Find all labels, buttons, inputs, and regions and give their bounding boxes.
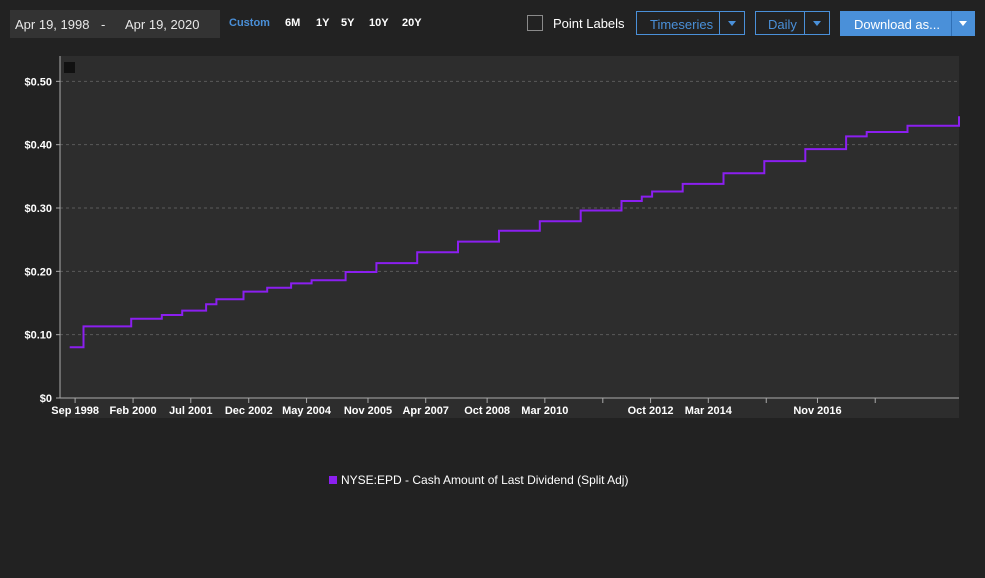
frequency-select[interactable]: Daily bbox=[755, 11, 830, 35]
range-20y-button[interactable]: 20Y bbox=[402, 17, 422, 29]
download-label: Download as... bbox=[854, 17, 940, 32]
x-tick-label: Oct 2008 bbox=[464, 405, 510, 417]
y-tick-label: $0.30 bbox=[24, 203, 52, 215]
x-tick-label: Nov 2016 bbox=[793, 405, 841, 417]
legend-label: NYSE:EPD - Cash Amount of Last Dividend … bbox=[341, 473, 629, 487]
legend-swatch bbox=[329, 476, 337, 484]
dividend-chart: $0 $0.10 $0.20 $0.30 $0.40 $0.50 Sep 1998 Feb … bbox=[24, 56, 960, 418]
point-labels-checkbox[interactable] bbox=[527, 15, 543, 31]
range-5y-button[interactable]: 5Y bbox=[341, 17, 354, 29]
y-tick-label: $0.20 bbox=[24, 266, 52, 278]
zoom-reset-icon[interactable] bbox=[64, 62, 75, 73]
y-tick-label: $0.40 bbox=[24, 140, 52, 152]
range-6m-button[interactable]: 6M bbox=[285, 17, 300, 29]
x-tick-label: Sep 1998 bbox=[51, 405, 99, 417]
x-tick-label: May 2004 bbox=[282, 405, 332, 417]
x-tick-label: Oct 2012 bbox=[628, 405, 674, 417]
chevron-down-icon[interactable] bbox=[804, 12, 829, 34]
chart-legend[interactable]: NYSE:EPD - Cash Amount of Last Dividend … bbox=[329, 473, 628, 487]
x-tick-label: Mar 2014 bbox=[685, 405, 733, 417]
y-tick-label: $0.10 bbox=[24, 330, 52, 342]
x-tick-label: Feb 2000 bbox=[110, 405, 157, 417]
x-tick-label: Apr 2007 bbox=[402, 405, 448, 417]
chevron-down-icon[interactable] bbox=[719, 12, 744, 34]
start-date-input[interactable]: Apr 19, 1998 bbox=[15, 17, 89, 32]
y-tick-label: $0.50 bbox=[24, 76, 52, 88]
chevron-down-icon[interactable] bbox=[951, 11, 975, 36]
view-type-label: Timeseries bbox=[650, 17, 714, 32]
plot-area bbox=[60, 56, 959, 418]
date-range-picker[interactable]: Apr 19, 1998 - Apr 19, 2020 bbox=[10, 10, 220, 38]
x-tick-label: Mar 2010 bbox=[521, 405, 568, 417]
range-custom-button[interactable]: Custom bbox=[229, 17, 270, 29]
frequency-label: Daily bbox=[768, 17, 797, 32]
download-button[interactable]: Download as... bbox=[840, 11, 975, 36]
x-tick-label: Nov 2005 bbox=[344, 405, 392, 417]
view-type-select[interactable]: Timeseries bbox=[636, 11, 745, 35]
toolbar: Apr 19, 1998 - Apr 19, 2020 Custom 6M 1Y… bbox=[0, 0, 985, 50]
y-tick-label: $0 bbox=[40, 393, 52, 405]
end-date-input[interactable]: Apr 19, 2020 bbox=[125, 17, 199, 32]
x-tick-label: Jul 2001 bbox=[169, 405, 212, 417]
range-10y-button[interactable]: 10Y bbox=[369, 17, 389, 29]
range-1y-button[interactable]: 1Y bbox=[316, 17, 329, 29]
x-tick-label: Dec 2002 bbox=[225, 405, 273, 417]
date-separator: - bbox=[101, 17, 106, 32]
point-labels-label: Point Labels bbox=[553, 16, 625, 31]
